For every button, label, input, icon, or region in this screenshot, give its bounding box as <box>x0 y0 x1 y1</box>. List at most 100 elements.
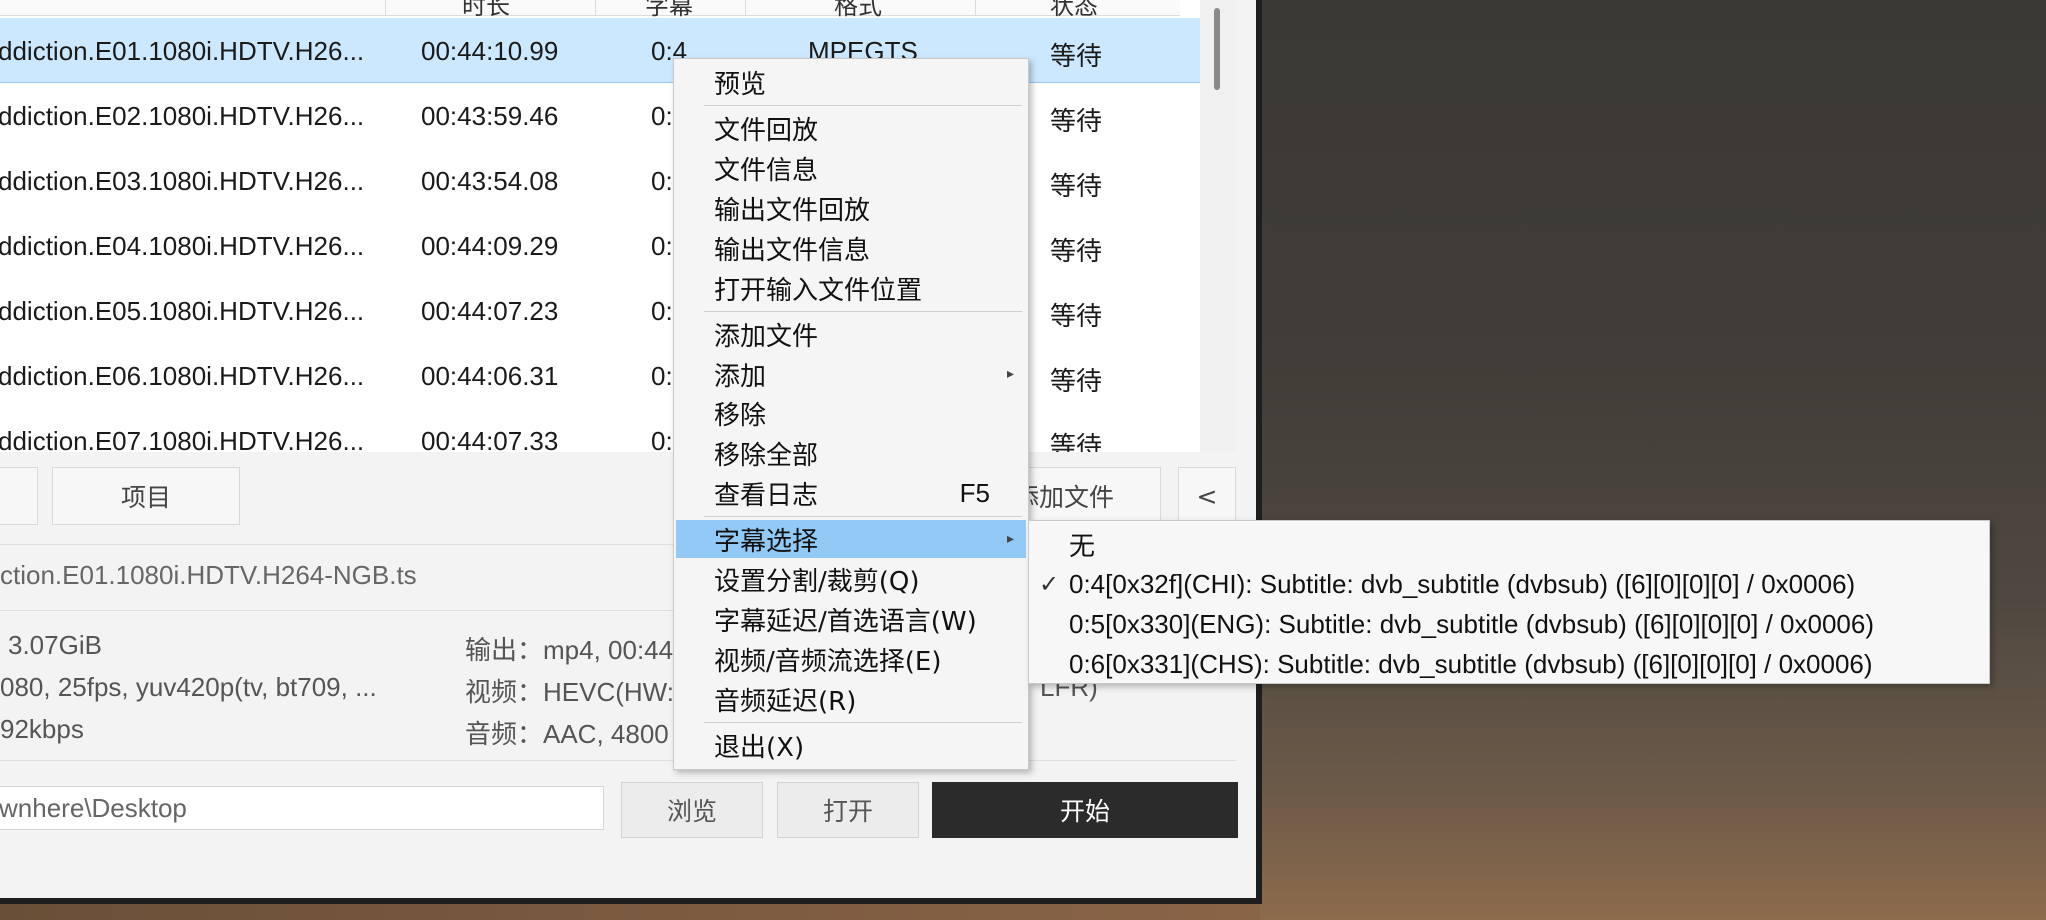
menu-item-file-info[interactable]: 文件信息 <box>676 149 1026 187</box>
menu-separator <box>704 516 1022 517</box>
column-separator[interactable] <box>595 0 596 16</box>
cell-status: 等待 <box>1050 106 1103 136</box>
menu-item-file-playback[interactable]: 文件回放 <box>676 109 1026 147</box>
menu-item-view-log[interactable]: 查看日志 F5 <box>676 474 1026 512</box>
menu-item-label: 移除 <box>714 400 767 431</box>
subtitle-submenu: 无 ✓ 0:4[0x32f](CHI): Subtitle: dvb_subtit… <box>1028 520 1990 684</box>
desktop-wallpaper <box>1255 0 2046 920</box>
menu-item-add[interactable]: 添加 ▸ <box>676 355 1026 393</box>
scrollbar-thumb[interactable] <box>1214 8 1220 90</box>
menu-item-output-playback[interactable]: 输出文件回放 <box>676 189 1026 227</box>
cell-duration: 00:44:07.23 <box>421 296 559 326</box>
start-button[interactable]: 开始 <box>932 782 1238 838</box>
context-menu: 预览 文件回放 文件信息 输出文件回放 输出文件信息 打开输入文件位置 添加文件… <box>673 58 1029 770</box>
cell-filename: ddiction.E05.1080i.HDTV.H26... <box>0 296 365 326</box>
subtitle-option-chi[interactable]: ✓ 0:4[0x32f](CHI): Subtitle: dvb_subtitle… <box>1031 565 1987 603</box>
cell-subtitle: 0: <box>651 361 673 391</box>
column-separator[interactable] <box>975 0 976 16</box>
collapse-button[interactable]: < <box>1178 467 1236 525</box>
menu-item-label: 0:4[0x32f](CHI): Subtitle: dvb_subtitle … <box>1069 568 1856 599</box>
menu-separator <box>704 722 1022 723</box>
info-filename: ction.E01.1080i.HDTV.H264-NGB.ts <box>0 560 417 590</box>
column-separator[interactable] <box>745 0 746 16</box>
menu-item-open-input-location[interactable]: 打开输入文件位置 <box>676 269 1026 307</box>
cell-status: 等待 <box>1050 41 1103 71</box>
cell-subtitle: 0: <box>651 296 673 326</box>
output-path-input[interactable]: wnhere\Desktop <box>0 786 604 830</box>
cell-filename: ddiction.E04.1080i.HDTV.H26... <box>0 231 365 261</box>
menu-shortcut: F5 <box>959 477 990 508</box>
cell-subtitle: 0: <box>651 166 673 196</box>
menu-item-label: 输出文件信息 <box>714 235 871 266</box>
cell-status: 等待 <box>1050 301 1103 331</box>
menu-item-preview[interactable]: 预览 <box>676 63 1026 101</box>
cell-filename: ddiction.E01.1080i.HDTV.H26... <box>0 36 365 66</box>
menu-item-subtitle-select[interactable]: 字幕选择 ▸ <box>676 520 1026 558</box>
menu-item-label: 输出文件回放 <box>714 195 871 226</box>
cell-status: 等待 <box>1050 431 1103 452</box>
menu-item-label: 0:5[0x330](ENG): Subtitle: dvb_subtitle … <box>1069 608 1874 639</box>
menu-separator <box>704 311 1022 312</box>
subtitle-option-chs[interactable]: 0:6[0x331](CHS): Subtitle: dvb_subtitle … <box>1031 645 1987 683</box>
menu-item-label: 视频/音频流选择(E) <box>714 646 942 677</box>
subtitle-option-none[interactable]: 无 <box>1031 525 1987 563</box>
submenu-arrow-icon: ▸ <box>1006 531 1014 547</box>
cell-subtitle: 0: <box>651 231 673 261</box>
menu-item-stream-select[interactable]: 视频/音频流选择(E) <box>676 640 1026 678</box>
tab-left-edge[interactable] <box>0 467 38 525</box>
menu-item-remove[interactable]: 移除 <box>676 394 1026 432</box>
menu-item-add-file[interactable]: 添加文件 <box>676 315 1026 353</box>
menu-item-label: 打开输入文件位置 <box>714 275 923 306</box>
menu-item-label: 文件信息 <box>714 155 819 186</box>
info-video-input: 080, 25fps, yuv420p(tv, bt709, ... <box>0 672 377 702</box>
tab-items[interactable]: 项目 <box>52 467 240 525</box>
menu-separator <box>704 105 1022 106</box>
menu-item-remove-all[interactable]: 移除全部 <box>676 434 1026 472</box>
cell-duration: 00:43:54.08 <box>421 166 559 196</box>
info-size: 3.07GiB <box>8 630 102 660</box>
app-window: 时长 字幕 格式 状态 ddiction.E01.1080i.HDTV.H26.… <box>0 0 1262 904</box>
info-output: 输出：mp4, 00:44 <box>465 635 674 665</box>
cell-duration: 00:44:07.33 <box>421 426 559 452</box>
menu-item-split-crop[interactable]: 设置分割/裁剪(Q) <box>676 560 1026 598</box>
info-audio-output: 音频：AAC, 4800 <box>465 719 669 749</box>
cell-subtitle: 0: <box>651 426 673 452</box>
submenu-arrow-icon: ▸ <box>1006 366 1014 382</box>
menu-item-label: 文件回放 <box>714 115 819 146</box>
cell-filename: ddiction.E03.1080i.HDTV.H26... <box>0 166 365 196</box>
column-separator[interactable] <box>385 0 386 16</box>
menu-item-audio-delay[interactable]: 音频延迟(R) <box>676 680 1026 718</box>
cell-filename: ddiction.E06.1080i.HDTV.H26... <box>0 361 365 391</box>
list-scrollbar[interactable] <box>1200 0 1236 452</box>
open-button[interactable]: 打开 <box>777 782 919 838</box>
browse-button[interactable]: 浏览 <box>621 782 763 838</box>
cell-duration: 00:44:06.31 <box>421 361 559 391</box>
menu-item-label: 移除全部 <box>714 440 819 471</box>
menu-item-label: 添加 <box>714 361 767 392</box>
list-header: 时长 字幕 格式 状态 <box>0 0 1180 20</box>
menu-item-label: 音频延迟(R) <box>714 686 857 717</box>
menu-item-label: 添加文件 <box>714 321 819 352</box>
menu-item-label: 无 <box>1069 530 1096 561</box>
menu-item-subtitle-delay[interactable]: 字幕延迟/首选语言(W) <box>676 600 1026 638</box>
menu-item-label: 字幕选择 <box>714 526 819 557</box>
info-audio-input: 92kbps <box>0 714 84 744</box>
cell-status: 等待 <box>1050 171 1103 201</box>
cell-filename: ddiction.E07.1080i.HDTV.H26... <box>0 426 365 452</box>
menu-item-label: 设置分割/裁剪(Q) <box>714 566 920 597</box>
info-video-output: 视频：HEVC(HW: <box>465 677 674 707</box>
divider <box>0 760 1236 761</box>
cell-duration: 00:44:10.99 <box>421 36 559 66</box>
cell-status: 等待 <box>1050 236 1103 266</box>
cell-duration: 00:43:59.46 <box>421 101 559 131</box>
menu-item-label: 字幕延迟/首选语言(W) <box>714 606 977 637</box>
menu-item-label: 查看日志 <box>714 480 819 511</box>
menu-item-exit[interactable]: 退出(X) <box>676 726 1026 764</box>
cell-duration: 00:44:09.29 <box>421 231 559 261</box>
cell-status: 等待 <box>1050 366 1103 396</box>
subtitle-option-eng[interactable]: 0:5[0x330](ENG): Subtitle: dvb_subtitle … <box>1031 605 1987 643</box>
cell-subtitle: 0: <box>651 101 673 131</box>
checkmark-icon: ✓ <box>1039 570 1060 598</box>
menu-item-output-info[interactable]: 输出文件信息 <box>676 229 1026 267</box>
file-list: 时长 字幕 格式 状态 ddiction.E01.1080i.HDTV.H26.… <box>0 0 1236 452</box>
